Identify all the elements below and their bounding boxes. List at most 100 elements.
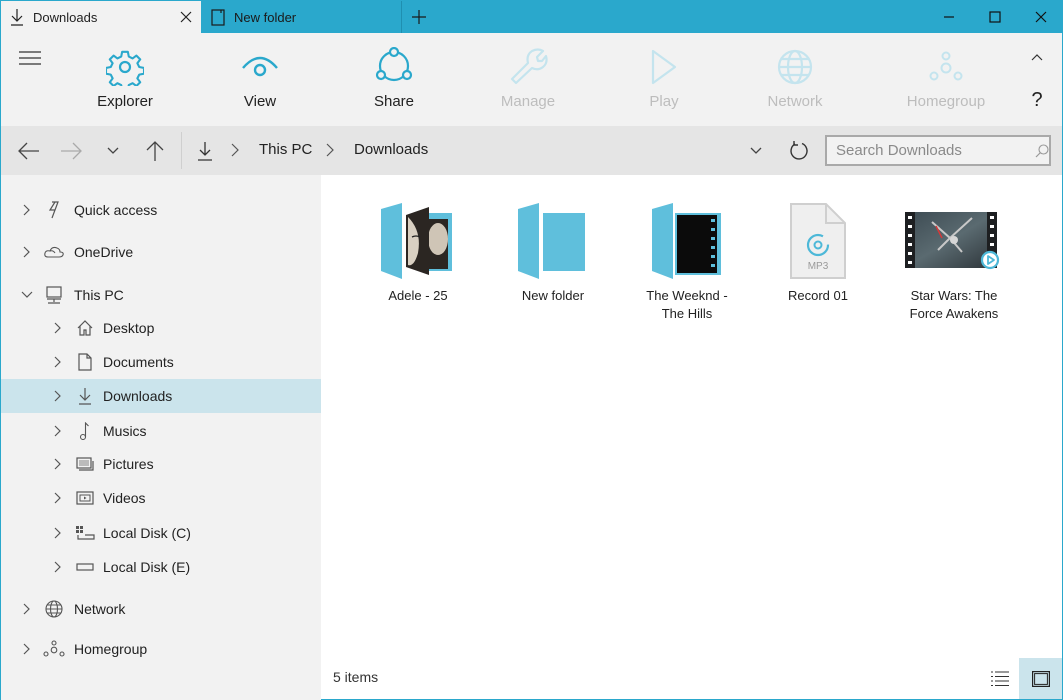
sidebar-item-local-disk-c[interactable]: Local Disk (C)	[1, 516, 321, 550]
refresh-button[interactable]	[785, 138, 813, 164]
file-item-star-wars[interactable]: Star Wars: The Force Awakens	[892, 197, 1016, 323]
forward-button[interactable]	[57, 138, 85, 164]
sidebar-item-videos[interactable]: Videos	[1, 481, 321, 515]
sidebar-item-musics[interactable]: Musics	[1, 414, 321, 448]
plus-icon	[412, 10, 426, 24]
sidebar-item-network[interactable]: Network	[1, 592, 321, 626]
minimize-icon	[944, 16, 954, 18]
computer-icon	[43, 285, 65, 305]
sidebar-item-pictures[interactable]: Pictures	[1, 447, 321, 481]
chevron-right-icon[interactable]	[51, 355, 65, 369]
tab-label: New folder	[234, 9, 297, 25]
search-input[interactable]	[827, 142, 1035, 159]
recent-locations-button[interactable]	[99, 138, 127, 164]
chevron-down-icon	[107, 147, 119, 154]
sidebar-item-label: Pictures	[103, 456, 154, 472]
homegroup-button[interactable]: Homegroup	[896, 45, 996, 115]
file-item-the-weeknd-the-hills[interactable]: The Weeknd - The Hills	[625, 197, 749, 323]
sidebar-item-this-pc[interactable]: This PC	[1, 278, 321, 312]
chevron-right-icon[interactable]	[20, 203, 34, 217]
minimize-button[interactable]	[926, 1, 972, 33]
ribbon-label: Network	[767, 93, 823, 110]
file-name: Star Wars: The Force Awakens	[910, 287, 999, 323]
file-item-new-folder[interactable]: New folder	[491, 197, 615, 305]
arrow-left-icon	[18, 142, 39, 160]
music-note-icon	[74, 421, 96, 441]
sidebar-item-documents[interactable]: Documents	[1, 345, 321, 379]
file-name: Adele - 25	[388, 287, 447, 305]
large-icons-view-button[interactable]	[1019, 658, 1062, 699]
play-button[interactable]: Play	[614, 45, 714, 115]
chevron-right-icon[interactable]	[20, 642, 34, 656]
up-button[interactable]	[141, 138, 169, 164]
sidebar-item-label: Musics	[103, 423, 147, 439]
collapse-ribbon-button[interactable]	[1025, 47, 1049, 67]
sidebar-item-label: Documents	[103, 354, 174, 370]
network-button[interactable]: Network	[745, 45, 845, 115]
pictures-icon	[74, 454, 96, 474]
chevron-right-icon[interactable]	[20, 245, 34, 259]
breadcrumb-chevron[interactable]	[229, 142, 241, 158]
sidebar-item-quick-access[interactable]: Quick access	[1, 193, 321, 227]
share-button[interactable]: Share	[344, 45, 444, 115]
search-icon[interactable]	[1035, 143, 1049, 158]
breadcrumb-downloads[interactable]: Downloads	[354, 141, 428, 158]
ribbon-label: Manage	[500, 93, 556, 110]
chevron-down-icon[interactable]	[20, 288, 34, 302]
tab-label: Downloads	[33, 9, 98, 25]
sidebar-item-onedrive[interactable]: OneDrive	[1, 235, 321, 269]
chevron-right-icon[interactable]	[51, 424, 65, 438]
folder-album-thumbnail	[363, 197, 473, 285]
folder-video-thumbnail	[632, 197, 742, 285]
chevron-right-icon[interactable]	[51, 491, 65, 505]
manage-button[interactable]: Manage	[478, 45, 578, 115]
sidebar-item-desktop[interactable]: Desktop	[1, 311, 321, 345]
menu-button[interactable]	[19, 51, 43, 67]
file-name: New folder	[522, 287, 584, 305]
explorer-button[interactable]: Explorer	[75, 45, 175, 115]
chevron-right-icon[interactable]	[51, 321, 65, 335]
file-item-record-01[interactable]: MP3 Record 01	[756, 197, 880, 305]
back-button[interactable]	[15, 138, 43, 164]
sidebar-item-local-disk-e[interactable]: Local Disk (E)	[1, 550, 321, 584]
item-count: 5 items	[333, 669, 379, 685]
chevron-right-icon[interactable]	[20, 602, 34, 616]
close-tab-icon[interactable]	[171, 11, 201, 23]
navigation-pane: Quick access OneDrive This PC Desktop Do…	[1, 175, 321, 700]
tab-new-folder[interactable]: New folder	[202, 1, 402, 33]
file-name-line: Adele - 25	[388, 288, 448, 303]
new-tab-button[interactable]	[403, 1, 435, 33]
file-item-adele-25[interactable]: Adele - 25	[356, 197, 480, 305]
sidebar-item-homegroup[interactable]: Homegroup	[1, 632, 321, 666]
breadcrumb-chevron[interactable]	[324, 142, 336, 158]
maximize-button[interactable]	[972, 1, 1018, 33]
sidebar-item-label: Quick access	[74, 202, 158, 218]
help-button[interactable]: ?	[1025, 89, 1049, 113]
chevron-right-icon[interactable]	[51, 457, 65, 471]
sidebar-item-downloads[interactable]: Downloads	[1, 379, 321, 413]
chevron-right-icon[interactable]	[51, 560, 65, 574]
chevron-right-icon[interactable]	[51, 526, 65, 540]
maximize-icon	[989, 11, 1001, 23]
file-name-line: Force Awakens	[909, 306, 999, 321]
address-dropdown-button[interactable]	[742, 138, 770, 164]
ribbon: Explorer View Share Manage Play Network …	[1, 33, 1062, 126]
file-name-line: Record 01	[788, 288, 848, 303]
divider	[181, 132, 182, 169]
location-icon-button[interactable]	[191, 138, 219, 164]
eye-icon	[241, 45, 279, 89]
view-button[interactable]: View	[210, 45, 310, 115]
globe-icon	[776, 45, 814, 89]
details-view-button[interactable]	[981, 658, 1019, 699]
tab-downloads[interactable]: Downloads	[1, 1, 201, 33]
cloud-icon	[43, 242, 65, 262]
sidebar-item-label: Network	[74, 601, 126, 617]
sidebar-item-label: OneDrive	[74, 244, 134, 260]
ribbon-label: Homegroup	[906, 93, 986, 110]
close-window-button[interactable]	[1018, 1, 1063, 33]
system-disk-icon	[74, 523, 96, 543]
gear-icon	[106, 45, 144, 89]
chevron-down-icon	[750, 147, 762, 154]
breadcrumb-this-pc[interactable]: This PC	[259, 141, 312, 158]
chevron-right-icon[interactable]	[51, 389, 65, 403]
